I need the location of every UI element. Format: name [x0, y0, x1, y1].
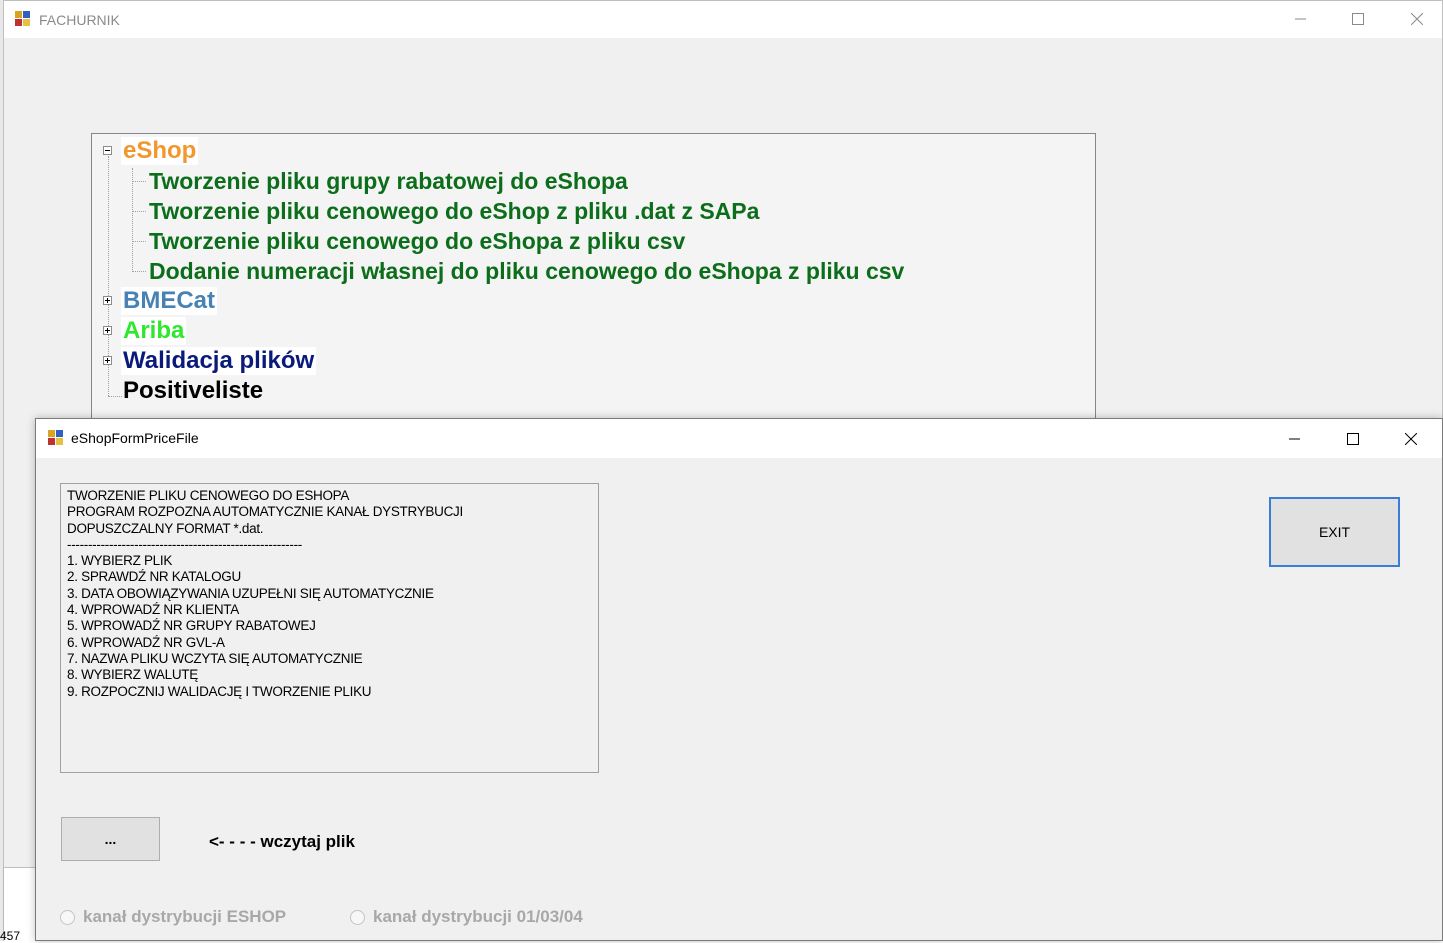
instruction-line: 3. DATA OBOWIĄZYWANIA UZUPEŁNI SIĘ AUTOM…: [67, 585, 434, 601]
tree-node-label: Walidacja plików: [123, 347, 315, 374]
price-file-dialog: eShopFormPriceFile TWORZENIE PLIKU CENOW…: [35, 418, 1443, 941]
dialog-minimize-button[interactable]: [1272, 424, 1318, 454]
maximize-icon: [1352, 13, 1364, 25]
tree-node-label: eShop: [123, 137, 197, 164]
dialog-close-button[interactable]: [1388, 424, 1434, 454]
app-icon: [48, 430, 64, 446]
browse-file-button[interactable]: ...: [61, 817, 160, 861]
minimize-icon: [1295, 18, 1306, 20]
instruction-line: 2. SPRAWDŹ NR KATALOGU: [67, 569, 241, 585]
tree-node-ariba[interactable]: Ariba: [121, 317, 187, 345]
expand-icon[interactable]: [103, 326, 112, 335]
tree-node-own-numbering[interactable]: Dodanie numeracji własnej do pliku cenow…: [147, 257, 906, 285]
expand-icon[interactable]: [103, 356, 112, 365]
load-file-hint: <- - - - wczytaj plik: [209, 832, 355, 851]
tree-child-line: [132, 168, 133, 272]
main-titlebar: FACHURNIK: [4, 1, 1442, 38]
tree-node-label: Tworzenie pliku grupy rabatowej do eShop…: [149, 168, 628, 194]
exit-button[interactable]: EXIT: [1269, 497, 1400, 567]
instruction-separator: ----------------------------------------…: [67, 536, 302, 552]
minimize-icon: [1289, 438, 1300, 440]
dialog-title: eShopFormPriceFile: [71, 430, 199, 446]
tree-node-label: Tworzenie pliku cenowego do eShop z plik…: [149, 198, 760, 224]
tree-node-discount-group-file[interactable]: Tworzenie pliku grupy rabatowej do eShop…: [147, 167, 630, 195]
dialog-maximize-button[interactable]: [1330, 424, 1376, 454]
instruction-line: 8. WYBIERZ WALUTĘ: [67, 667, 198, 683]
tree-node-price-file-csv[interactable]: Tworzenie pliku cenowego do eShopa z pli…: [147, 227, 687, 255]
instruction-line: DOPUSZCZALNY FORMAT *.dat.: [67, 520, 264, 536]
close-icon: [1411, 13, 1423, 25]
minimize-button[interactable]: [1278, 4, 1324, 34]
instruction-line: 6. WPROWADŹ NR GVL-A: [67, 634, 225, 650]
main-window-title: FACHURNIK: [39, 12, 120, 28]
tree-node-eshop[interactable]: eShop: [121, 137, 199, 165]
tree-node-label: BMECat: [123, 287, 216, 314]
instruction-line: 7. NAZWA PLIKU WCZYTA SIĘ AUTOMATYCZNIE: [67, 650, 363, 666]
tree-node-label: Tworzenie pliku cenowego do eShopa z pli…: [149, 228, 686, 254]
maximize-button[interactable]: [1335, 4, 1381, 34]
tree-node-label: Dodanie numeracji własnej do pliku cenow…: [149, 258, 905, 284]
maximize-icon: [1347, 433, 1359, 445]
instruction-line: PROGRAM ROZPOZNA AUTOMATYCZNIE KANAŁ DYS…: [67, 504, 463, 520]
close-icon: [1405, 433, 1417, 445]
collapse-icon[interactable]: [103, 146, 112, 155]
radio-label: kanał dystrybucji 01/03/04: [373, 907, 583, 926]
menu-tree[interactable]: eShop Tworzenie pliku grupy rabatowej do…: [91, 133, 1096, 433]
radio-channel-010304[interactable]: kanał dystrybucji 01/03/04: [350, 907, 583, 927]
radio-label: kanał dystrybucji ESHOP: [83, 907, 287, 926]
dialog-titlebar: eShopFormPriceFile: [36, 419, 1442, 458]
tree-node-bmecat[interactable]: BMECat: [121, 287, 218, 315]
instruction-line: TWORZENIE PLIKU CENOWEGO DO ESHOPA: [67, 488, 350, 503]
instruction-line: 1. WYBIERZ PLIK: [67, 553, 173, 569]
instruction-line: 9. ROZPOCZNIJ WALIDACJĘ I TWORZENIE PLIK…: [67, 683, 372, 699]
instruction-line: 4. WPROWADŹ NR KLIENTA: [67, 602, 239, 618]
tree-node-label: Positiveliste: [123, 377, 264, 404]
radio-button-icon[interactable]: [350, 909, 365, 925]
tree-node-price-file-dat[interactable]: Tworzenie pliku cenowego do eShop z plik…: [147, 197, 761, 225]
tree-node-label: Ariba: [123, 317, 185, 344]
expand-icon[interactable]: [103, 296, 112, 305]
tree-node-file-validation[interactable]: Walidacja plików: [121, 347, 317, 375]
tree-node-positiveliste[interactable]: Positiveliste: [121, 377, 265, 405]
instruction-line: 5. WPROWADŹ NR GRUPY RABATOWEJ: [67, 618, 316, 634]
instructions-textbox[interactable]: TWORZENIE PLIKU CENOWEGO DO ESHOPA PROGR…: [60, 483, 599, 773]
app-icon: [15, 11, 31, 27]
radio-button-icon[interactable]: [60, 909, 75, 925]
radio-channel-eshop[interactable]: kanał dystrybucji ESHOP: [60, 907, 286, 927]
close-button[interactable]: [1394, 4, 1440, 34]
